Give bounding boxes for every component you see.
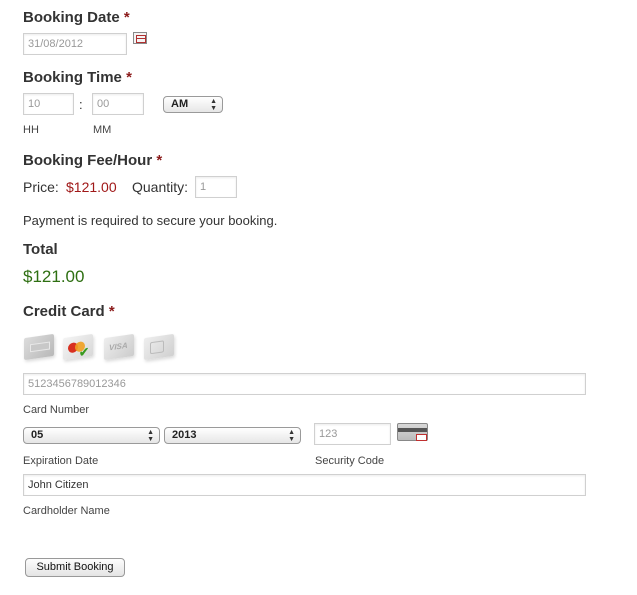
- cardholder-name-caption: Cardholder Name: [23, 505, 110, 517]
- payment-note: Payment is required to secure your booki…: [23, 213, 278, 228]
- price-value: $121.00: [66, 179, 117, 195]
- credit-card-label: Credit Card: [23, 303, 105, 320]
- booking-time-label: Booking Time: [23, 69, 122, 86]
- total-label: Total: [23, 241, 58, 258]
- required-marker: *: [123, 9, 130, 26]
- expiration-year-selected: 2013: [172, 429, 197, 441]
- discover-card-icon[interactable]: [144, 333, 174, 361]
- required-marker: *: [126, 69, 132, 86]
- card-number-caption: Card Number: [23, 404, 90, 416]
- hour-caption: HH: [23, 124, 39, 136]
- ampm-select[interactable]: AM ▲ ▼: [163, 96, 223, 113]
- security-code-caption: Security Code: [315, 455, 385, 467]
- required-marker: *: [156, 152, 163, 169]
- time-separator: :: [79, 97, 83, 112]
- security-code-input[interactable]: 123: [314, 423, 391, 445]
- select-arrows-icon: ▲ ▼: [288, 428, 295, 443]
- price-label: Price:: [23, 179, 59, 195]
- credit-card-heading: Credit Card *: [23, 303, 115, 320]
- quantity-input[interactable]: 1: [195, 176, 237, 198]
- expiration-month-selected: 05: [31, 429, 44, 441]
- booking-date-heading: Booking Date *: [23, 9, 130, 26]
- total-value: $121.00: [23, 267, 85, 286]
- ampm-selected: AM: [171, 98, 189, 110]
- booking-fee-label: Booking Fee/Hour: [23, 152, 153, 169]
- quantity-label: Quantity:: [132, 179, 189, 195]
- booking-time-heading: Booking Time *: [23, 69, 132, 86]
- expiration-caption: Expiration Date: [23, 455, 99, 467]
- expiration-month-select[interactable]: 05 ▲ ▼: [23, 427, 160, 444]
- card-back-cvv-icon: [397, 423, 428, 441]
- select-arrows-icon: ▲ ▼: [210, 97, 217, 112]
- visa-card-icon[interactable]: VISA: [104, 333, 134, 361]
- booking-date-input[interactable]: 31/08/2012: [23, 33, 127, 55]
- amex-card-icon[interactable]: [24, 333, 54, 361]
- required-marker: *: [108, 303, 115, 320]
- hour-input[interactable]: 10: [23, 93, 74, 115]
- booking-date-label: Booking Date: [23, 9, 120, 26]
- cardholder-name-input[interactable]: John Citizen: [23, 474, 586, 496]
- calendar-icon[interactable]: [133, 32, 147, 44]
- expiration-year-select[interactable]: 2013 ▲ ▼: [164, 427, 301, 444]
- minute-caption: MM: [93, 124, 112, 136]
- card-number-input[interactable]: 5123456789012346: [23, 373, 586, 395]
- mastercard-card-icon[interactable]: ✔: [63, 333, 93, 361]
- minute-input[interactable]: 00: [92, 93, 144, 115]
- select-arrows-icon: ▲ ▼: [147, 428, 154, 443]
- submit-booking-button[interactable]: Submit Booking: [25, 558, 125, 577]
- booking-fee-heading: Booking Fee/Hour *: [23, 152, 162, 169]
